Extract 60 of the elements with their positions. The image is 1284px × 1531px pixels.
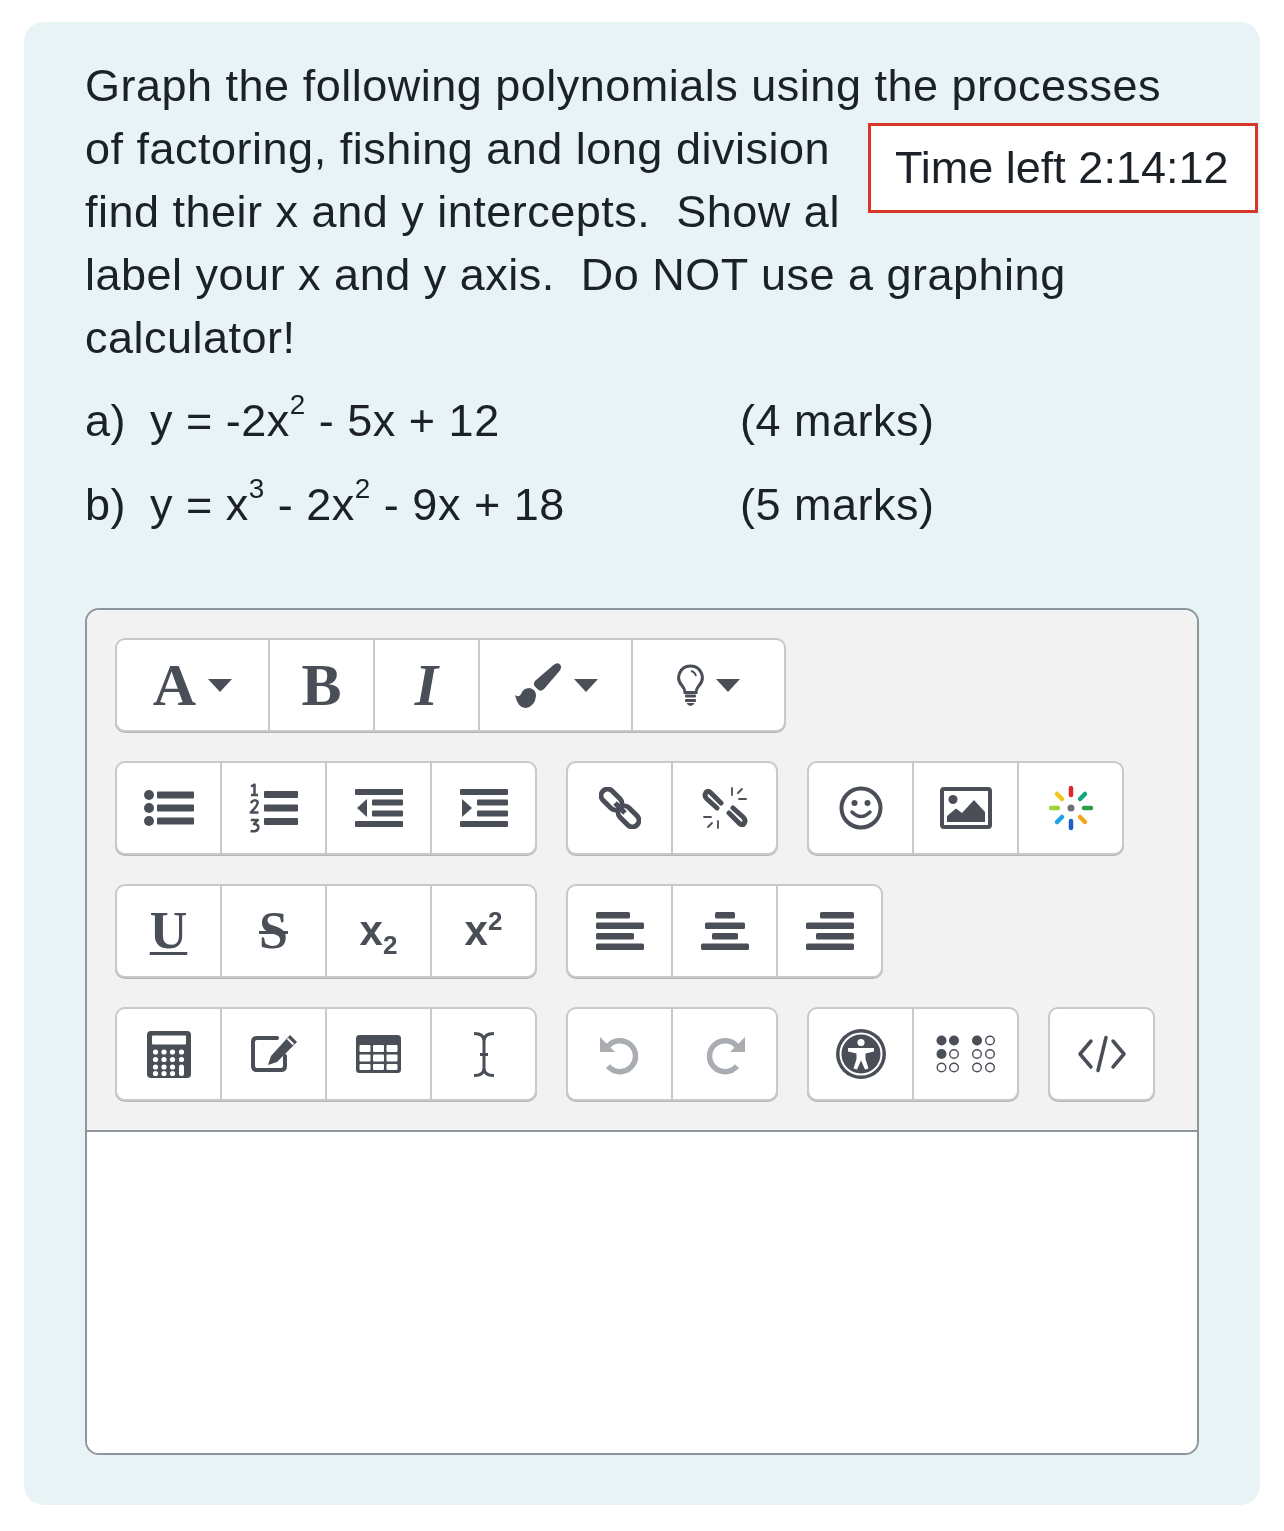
part-label: a)	[85, 394, 126, 448]
numbered-list-button[interactable]	[220, 761, 327, 855]
bullet-list-icon	[143, 790, 194, 826]
marks-label: (5 marks)	[740, 478, 935, 532]
align-right-button[interactable]	[776, 884, 883, 978]
chain-link-icon	[598, 787, 641, 829]
strikethrough-button[interactable]: S	[220, 884, 327, 978]
indent-icon	[459, 789, 508, 827]
lightbulb-button[interactable]	[631, 638, 786, 732]
bullet-list-button[interactable]	[115, 761, 222, 855]
calculator-icon	[146, 1030, 191, 1078]
calculator-button[interactable]	[115, 1007, 222, 1101]
question-line: label your x and y axis. Do NOT use a graphing	[85, 248, 1066, 302]
image-button[interactable]	[912, 761, 1019, 855]
align-center-icon	[700, 912, 749, 950]
lightbulb-icon	[677, 664, 704, 706]
table-icon	[356, 1035, 401, 1073]
accessibility-icon	[835, 1029, 886, 1079]
font-button[interactable]: A	[115, 638, 270, 732]
unlink-button[interactable]	[671, 761, 778, 855]
code-icon	[1076, 1035, 1127, 1073]
align-right-icon	[805, 912, 854, 950]
smiley-icon	[838, 786, 883, 830]
color-burst-icon	[1047, 785, 1094, 831]
accessibility-button[interactable]	[807, 1007, 914, 1101]
align-left-icon	[595, 912, 644, 950]
equation: y = -2x$^{2}$ - 5x + 12	[150, 394, 500, 448]
equation: y = x$^{3}$ - 2x$^{2}$ - 9x + 18	[150, 478, 565, 532]
align-center-button[interactable]	[671, 884, 778, 978]
paint-brush-icon	[513, 661, 562, 709]
paint-brush-button[interactable]	[478, 638, 633, 732]
braille-button[interactable]	[912, 1007, 1019, 1101]
superscript-button[interactable]: x$^{2}$	[430, 884, 537, 978]
question-line: of factoring, fishing and long division	[85, 122, 830, 176]
subscript-button[interactable]: x$_{2}$	[325, 884, 432, 978]
emoji-button[interactable]	[807, 761, 914, 855]
picture-icon	[939, 787, 992, 829]
indent-button[interactable]	[430, 761, 537, 855]
question-line: calculator!	[85, 311, 296, 365]
underline-button[interactable]: U	[115, 884, 222, 978]
table-button[interactable]	[325, 1007, 432, 1101]
pencil-square-icon	[248, 1034, 299, 1074]
question-line: find their x and y intercepts. Show al	[85, 185, 840, 239]
text-cursor-icon	[471, 1030, 496, 1078]
numbered-list-icon	[249, 783, 298, 833]
html-button[interactable]	[1048, 1007, 1155, 1101]
marks-label: (4 marks)	[740, 394, 935, 448]
braille-dots-icon	[935, 1035, 996, 1073]
text-cursor-button[interactable]	[430, 1007, 537, 1101]
broken-link-icon	[701, 786, 748, 830]
edit-button[interactable]	[220, 1007, 327, 1101]
question-line: Graph the following polynomials using the processes	[85, 59, 1162, 113]
part-label: b)	[85, 478, 126, 532]
italic-button[interactable]: I	[373, 638, 480, 732]
countdown-timer: Time left 2:14:12	[868, 123, 1258, 213]
outdent-button[interactable]	[325, 761, 432, 855]
bold-button[interactable]: B	[268, 638, 375, 732]
link-button[interactable]	[566, 761, 673, 855]
align-left-button[interactable]	[566, 884, 673, 978]
outdent-icon	[354, 789, 403, 827]
